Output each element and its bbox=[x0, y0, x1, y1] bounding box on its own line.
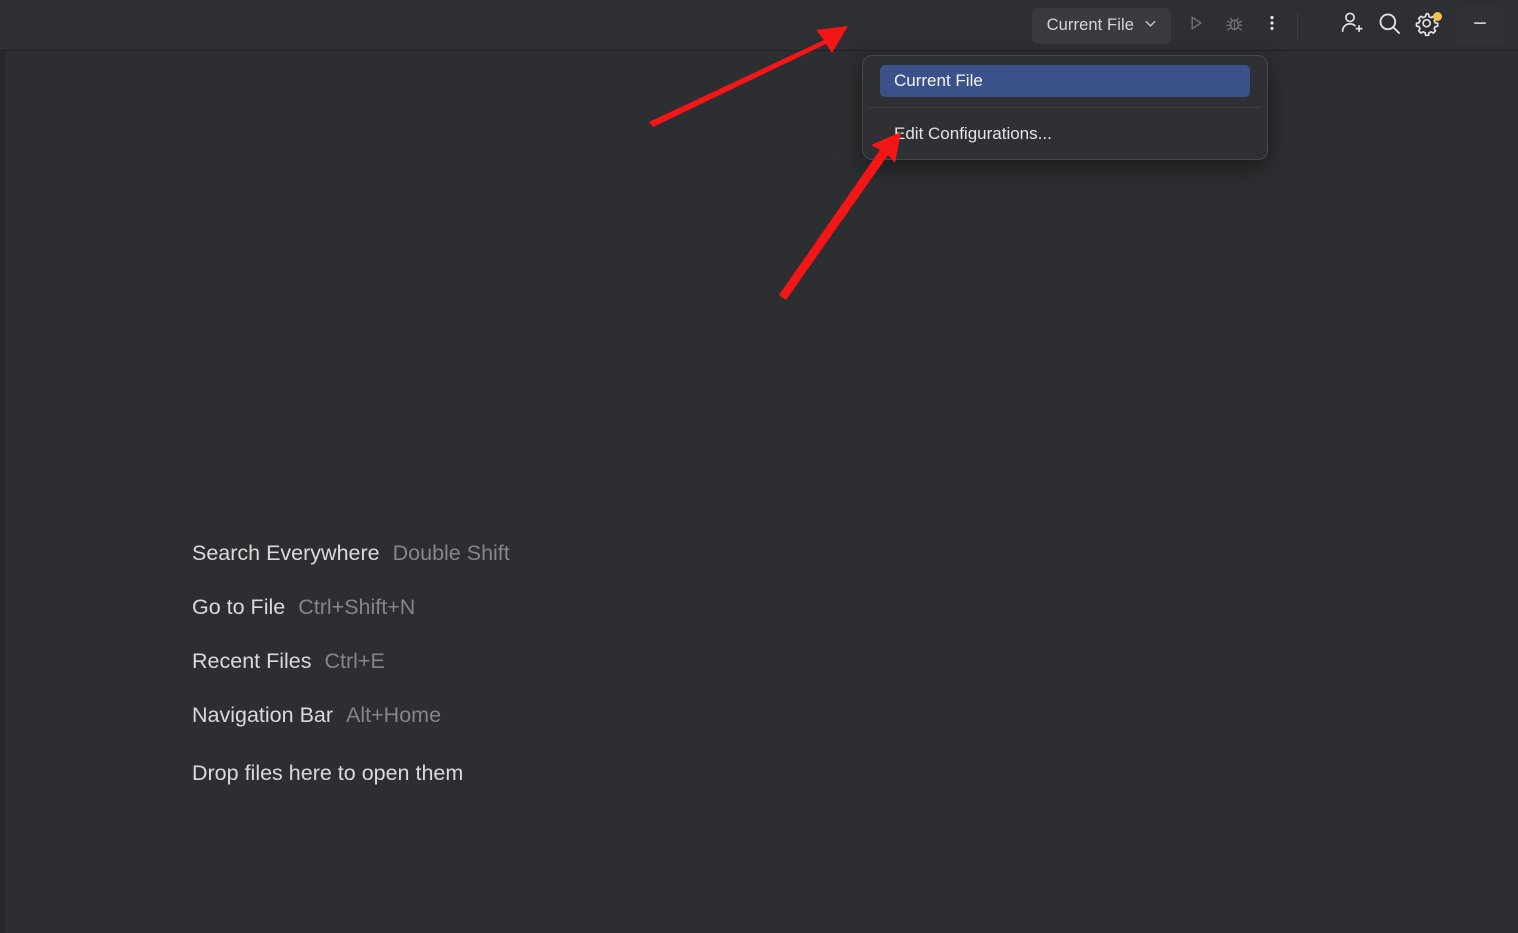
search-icon bbox=[1375, 9, 1404, 43]
title-bar-right-group: Current File bbox=[1031, 0, 1518, 51]
hint-row-navigation-bar: Navigation Bar Alt+Home bbox=[192, 703, 510, 757]
hint-row-go-to-file: Go to File Ctrl+Shift+N bbox=[192, 595, 510, 649]
drop-files-label: Drop files here to open them bbox=[192, 761, 464, 785]
toolbar-divider bbox=[1297, 12, 1298, 39]
left-tool-rail bbox=[0, 52, 5, 933]
run-configuration-dropdown: Current File Edit Configurations... bbox=[862, 55, 1268, 160]
minimize-icon bbox=[1470, 13, 1490, 38]
hint-shortcut-label: Ctrl+Shift+N bbox=[298, 595, 416, 619]
run-button[interactable] bbox=[1177, 7, 1215, 45]
hint-action-label: Recent Files bbox=[192, 649, 312, 673]
add-user-button[interactable] bbox=[1332, 7, 1370, 45]
hint-shortcut-label: Ctrl+E bbox=[324, 649, 385, 673]
minimize-button[interactable] bbox=[1456, 5, 1504, 46]
run-configuration-label: Current File bbox=[1046, 16, 1134, 34]
chevron-down-icon bbox=[1143, 16, 1158, 36]
hint-action-label: Search Everywhere bbox=[192, 541, 380, 565]
title-bar: Current File bbox=[0, 0, 1518, 51]
run-configuration-selector[interactable]: Current File bbox=[1031, 7, 1171, 44]
dropdown-item-label: Edit Configurations... bbox=[894, 124, 1052, 143]
play-icon bbox=[1186, 13, 1206, 38]
hint-row-drop-files: Drop files here to open them bbox=[192, 761, 510, 815]
editor-hint-list: Search Everywhere Double Shift Go to Fil… bbox=[192, 541, 510, 815]
settings-button[interactable] bbox=[1408, 7, 1446, 45]
more-actions-button[interactable] bbox=[1253, 7, 1291, 45]
user-plus-icon bbox=[1337, 9, 1365, 42]
hint-action-label: Navigation Bar bbox=[192, 703, 334, 727]
debug-button[interactable] bbox=[1215, 7, 1253, 45]
bug-icon bbox=[1224, 13, 1245, 39]
more-vertical-icon bbox=[1262, 13, 1282, 38]
dropdown-separator bbox=[869, 107, 1261, 108]
hint-row-recent-files: Recent Files Ctrl+E bbox=[192, 649, 510, 703]
search-button[interactable] bbox=[1370, 7, 1408, 45]
ide-window: Search Everywhere Double Shift Go to Fil… bbox=[0, 0, 1518, 933]
hint-shortcut-label: Double Shift bbox=[392, 541, 510, 565]
dropdown-item-label: Current File bbox=[894, 71, 983, 90]
dropdown-item-current-file[interactable]: Current File bbox=[880, 65, 1250, 97]
hint-action-label: Go to File bbox=[192, 595, 286, 619]
hint-shortcut-label: Alt+Home bbox=[346, 703, 442, 727]
settings-badge-dot bbox=[1433, 11, 1442, 21]
hint-row-search-everywhere: Search Everywhere Double Shift bbox=[192, 541, 510, 595]
dropdown-item-edit-configurations[interactable]: Edit Configurations... bbox=[880, 118, 1250, 150]
